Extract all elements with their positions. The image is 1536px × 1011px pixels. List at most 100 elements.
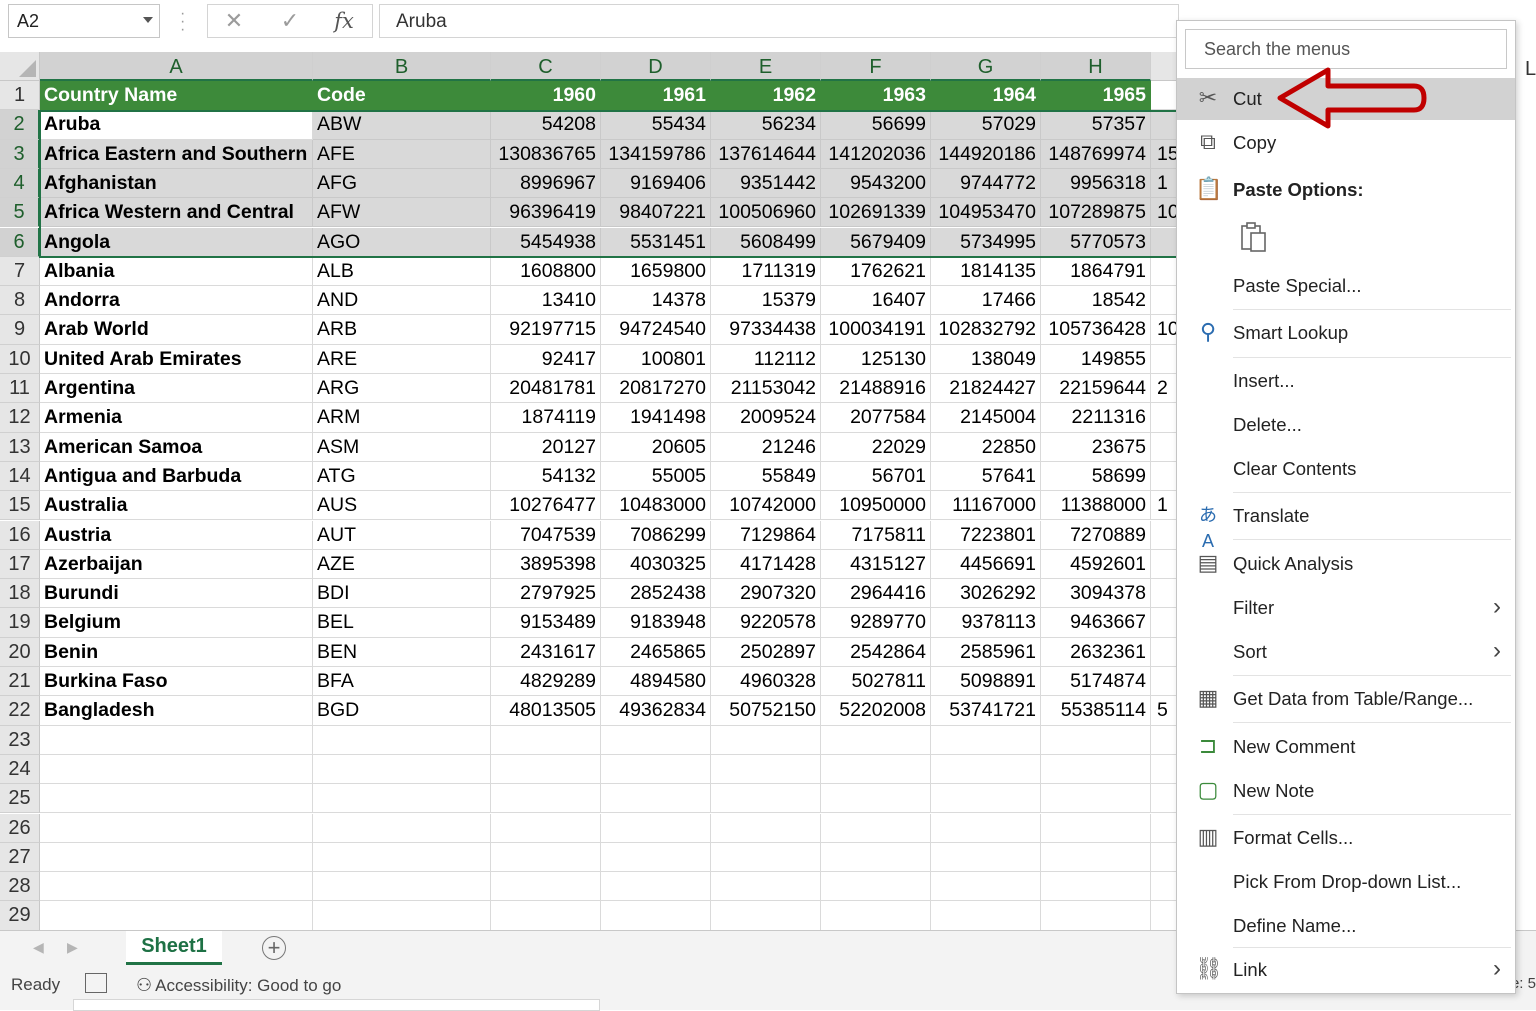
cell-overflow[interactable] xyxy=(1151,901,1177,931)
row-header[interactable]: 4 xyxy=(0,168,40,199)
cell[interactable]: BEL xyxy=(313,608,491,638)
cell-overflow[interactable] xyxy=(1151,520,1177,550)
cell[interactable]: BGD xyxy=(313,696,491,726)
cell[interactable]: ARG xyxy=(313,374,491,404)
cell[interactable] xyxy=(40,725,313,755)
cell[interactable]: 5174874 xyxy=(1041,667,1151,697)
cell[interactable] xyxy=(711,842,821,873)
cell[interactable]: 20481781 xyxy=(491,374,601,404)
header-cell[interactable]: 1965 xyxy=(1041,81,1151,111)
column-header-H[interactable]: H xyxy=(1041,52,1151,81)
cell[interactable] xyxy=(1041,901,1151,931)
add-sheet-icon[interactable]: + xyxy=(262,936,286,960)
cell-overflow[interactable]: 10 xyxy=(1151,198,1177,228)
header-cell[interactable]: 1964 xyxy=(931,81,1041,111)
cell[interactable] xyxy=(711,901,821,931)
cell[interactable] xyxy=(931,813,1041,843)
cell[interactable]: Austria xyxy=(40,520,313,550)
cell[interactable]: 10276477 xyxy=(491,491,601,521)
cell[interactable] xyxy=(491,901,601,931)
cell[interactable]: ARB xyxy=(313,315,491,345)
header-cell[interactable]: 1961 xyxy=(601,81,711,111)
cell[interactable]: BFA xyxy=(313,667,491,697)
cell-overflow[interactable] xyxy=(1151,784,1177,814)
menu-item-get-data[interactable]: ▦ Get Data from Table/Range... xyxy=(1177,678,1515,720)
cell[interactable]: 7129864 xyxy=(711,520,821,550)
cell[interactable] xyxy=(821,842,931,873)
row-header[interactable]: 1 xyxy=(0,81,40,111)
cell[interactable]: ARE xyxy=(313,344,491,374)
menu-item-filter[interactable]: Filter › xyxy=(1177,587,1515,629)
cell[interactable]: 2797925 xyxy=(491,579,601,609)
cell-overflow[interactable] xyxy=(1151,549,1177,580)
cell[interactable]: 10950000 xyxy=(821,491,931,521)
menu-item-smart-lookup[interactable]: ⚲ Smart Lookup xyxy=(1177,312,1515,354)
cell[interactable]: 1941498 xyxy=(601,403,711,433)
menu-item-pick-dropdown[interactable]: Pick From Drop-down List... xyxy=(1177,861,1515,903)
cell[interactable] xyxy=(313,872,491,902)
cell[interactable]: Benin xyxy=(40,637,313,667)
cell[interactable] xyxy=(313,813,491,843)
cell[interactable] xyxy=(491,872,601,902)
cell[interactable]: AFG xyxy=(313,168,491,199)
cell[interactable]: 4894580 xyxy=(601,667,711,697)
cell[interactable] xyxy=(821,872,931,902)
cell[interactable]: 4960328 xyxy=(711,667,821,697)
cell[interactable]: 9956318 xyxy=(1041,168,1151,199)
cell[interactable]: 4592601 xyxy=(1041,549,1151,580)
cell[interactable] xyxy=(491,813,601,843)
cell[interactable]: 1814135 xyxy=(931,256,1041,287)
cell[interactable] xyxy=(491,842,601,873)
cell[interactable]: 11388000 xyxy=(1041,491,1151,521)
cell[interactable]: Afghanistan xyxy=(40,168,313,199)
cell[interactable]: 104953470 xyxy=(931,198,1041,228)
cell[interactable]: 2431617 xyxy=(491,637,601,667)
cell[interactable]: 4456691 xyxy=(931,549,1041,580)
cell[interactable]: 54132 xyxy=(491,461,601,492)
cell[interactable]: 9744772 xyxy=(931,168,1041,199)
cell[interactable] xyxy=(313,842,491,873)
cell[interactable] xyxy=(1041,813,1151,843)
cell[interactable]: ABW xyxy=(313,110,491,140)
cell[interactable] xyxy=(40,754,313,785)
cell[interactable]: 57357 xyxy=(1041,110,1151,140)
cell[interactable]: 134159786 xyxy=(601,139,711,169)
cell[interactable]: Burundi xyxy=(40,579,313,609)
cell[interactable]: 105736428 xyxy=(1041,315,1151,345)
cell[interactable]: AZE xyxy=(313,549,491,580)
cell[interactable]: 102832792 xyxy=(931,315,1041,345)
cell[interactable]: 48013505 xyxy=(491,696,601,726)
cell[interactable]: 9463667 xyxy=(1041,608,1151,638)
cell[interactable]: 1711319 xyxy=(711,256,821,287)
cell-overflow[interactable] xyxy=(1151,725,1177,755)
row-header[interactable]: 25 xyxy=(0,784,40,814)
cell[interactable] xyxy=(931,842,1041,873)
cell[interactable]: 2542864 xyxy=(821,637,931,667)
header-cell[interactable]: Country Name xyxy=(40,81,313,111)
cell[interactable]: 9220578 xyxy=(711,608,821,638)
cell[interactable] xyxy=(931,725,1041,755)
row-header[interactable]: 12 xyxy=(0,403,40,433)
row-header[interactable]: 24 xyxy=(0,754,40,785)
row-header[interactable]: 3 xyxy=(0,139,40,169)
menu-item-format-cells[interactable]: ▥ Format Cells... xyxy=(1177,817,1515,859)
cell[interactable]: Andorra xyxy=(40,286,313,316)
cell[interactable]: 56234 xyxy=(711,110,821,140)
row-header[interactable]: 15 xyxy=(0,491,40,521)
cell[interactable] xyxy=(711,754,821,785)
cell-overflow[interactable] xyxy=(1151,256,1177,287)
cell[interactable]: 9183948 xyxy=(601,608,711,638)
cell[interactable]: 1659800 xyxy=(601,256,711,287)
row-header[interactable]: 17 xyxy=(0,549,40,580)
cell-overflow[interactable] xyxy=(1151,403,1177,433)
cell[interactable]: 10483000 xyxy=(601,491,711,521)
header-cell[interactable]: 1962 xyxy=(711,81,821,111)
cell[interactable]: 16407 xyxy=(821,286,931,316)
cell[interactable]: 2852438 xyxy=(601,579,711,609)
cell[interactable]: 4829289 xyxy=(491,667,601,697)
cell[interactable]: 92197715 xyxy=(491,315,601,345)
column-header-B[interactable]: B xyxy=(313,52,491,81)
cell[interactable]: 1874119 xyxy=(491,403,601,433)
menu-item-new-note[interactable]: ▢ New Note xyxy=(1177,770,1515,812)
cell[interactable]: AFE xyxy=(313,139,491,169)
